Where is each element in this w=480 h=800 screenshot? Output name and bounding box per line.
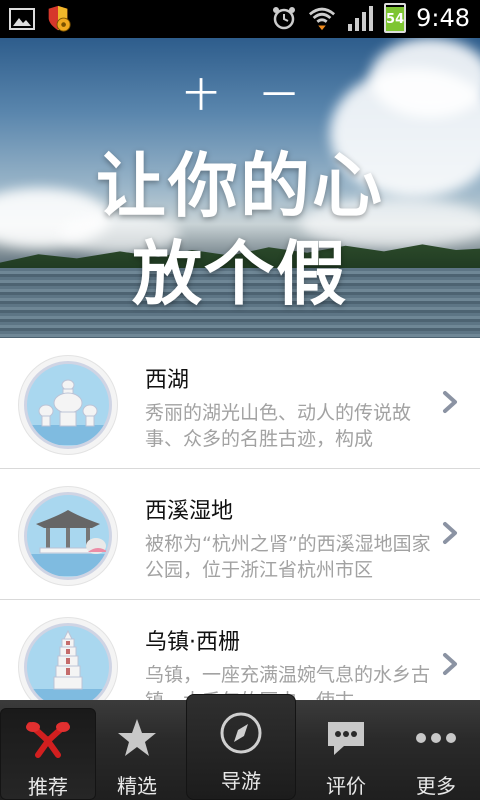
wifi-icon [308, 4, 336, 32]
chevron-right-icon [443, 522, 457, 544]
list-item-xihu[interactable]: 西湖 秀丽的湖光山色、动人的传说故事、众多的名胜古迹，构成 [0, 338, 480, 469]
star-icon [89, 714, 185, 762]
list-item-wuzhen[interactable]: 乌镇·西栅 乌镇，一座充满温婉气息的水乡古镇，大千年的历史，使古 [0, 600, 480, 700]
list-item-title: 西溪湿地 [145, 499, 234, 524]
list-item-desc: 被称为“杭州之肾”的西溪湿地国家公园，位于浙江省杭州市区 [145, 533, 431, 581]
attraction-list[interactable]: 西湖 秀丽的湖光山色、动人的传说故事、众多的名胜古迹，构成 西溪湿地 被称为“杭… [0, 338, 480, 700]
tower-thumbnail-icon [18, 617, 118, 700]
gallery-icon [8, 5, 36, 33]
security-shield-icon [44, 5, 72, 33]
bottom-tab-bar: 推荐 精选 导游 评价 更多 [0, 694, 480, 800]
compass-icon [187, 709, 295, 757]
tab-label: 精选 [117, 774, 157, 798]
banner-title-line2: 放个假 [132, 233, 348, 315]
tab-label: 导游 [221, 769, 261, 793]
tab-label: 更多 [416, 774, 456, 798]
status-bar: 54 9:48 [0, 0, 480, 38]
list-item-desc: 秀丽的湖光山色、动人的传说故事、众多的名胜古迹，构成 [145, 402, 412, 450]
list-item-xixi[interactable]: 西溪湿地 被称为“杭州之肾”的西溪湿地国家公园，位于浙江省杭州市区 [0, 469, 480, 600]
tab-label: 评价 [326, 774, 366, 798]
pavilion-thumbnail-icon [18, 486, 118, 586]
list-item-title: 乌镇·西栅 [145, 630, 240, 655]
tab-label: 推荐 [28, 775, 68, 799]
banner-subtitle: 十一 [184, 76, 340, 116]
battery-indicator: 54 [384, 3, 407, 33]
alarm-icon [270, 4, 298, 32]
chevron-right-icon [443, 653, 457, 675]
ribbon-icon [1, 715, 95, 763]
tab-guide[interactable]: 导游 [186, 694, 296, 800]
tab-more[interactable]: 更多 [388, 708, 480, 800]
clock: 9:48 [416, 4, 470, 32]
tab-recommend[interactable]: 推荐 [0, 708, 96, 800]
speech-bubble-icon [298, 714, 394, 762]
tab-reviews[interactable]: 评价 [298, 708, 394, 800]
list-item-title: 西湖 [145, 368, 190, 393]
tab-featured[interactable]: 精选 [89, 708, 185, 800]
banner-title-line1: 让你的心 [96, 145, 384, 227]
signal-icon [346, 4, 374, 32]
promo-banner[interactable]: 十一 让你的心 放个假 [0, 38, 480, 338]
more-dots-icon [388, 714, 480, 762]
pagoda-thumbnail-icon [18, 355, 118, 455]
chevron-right-icon [443, 391, 457, 413]
